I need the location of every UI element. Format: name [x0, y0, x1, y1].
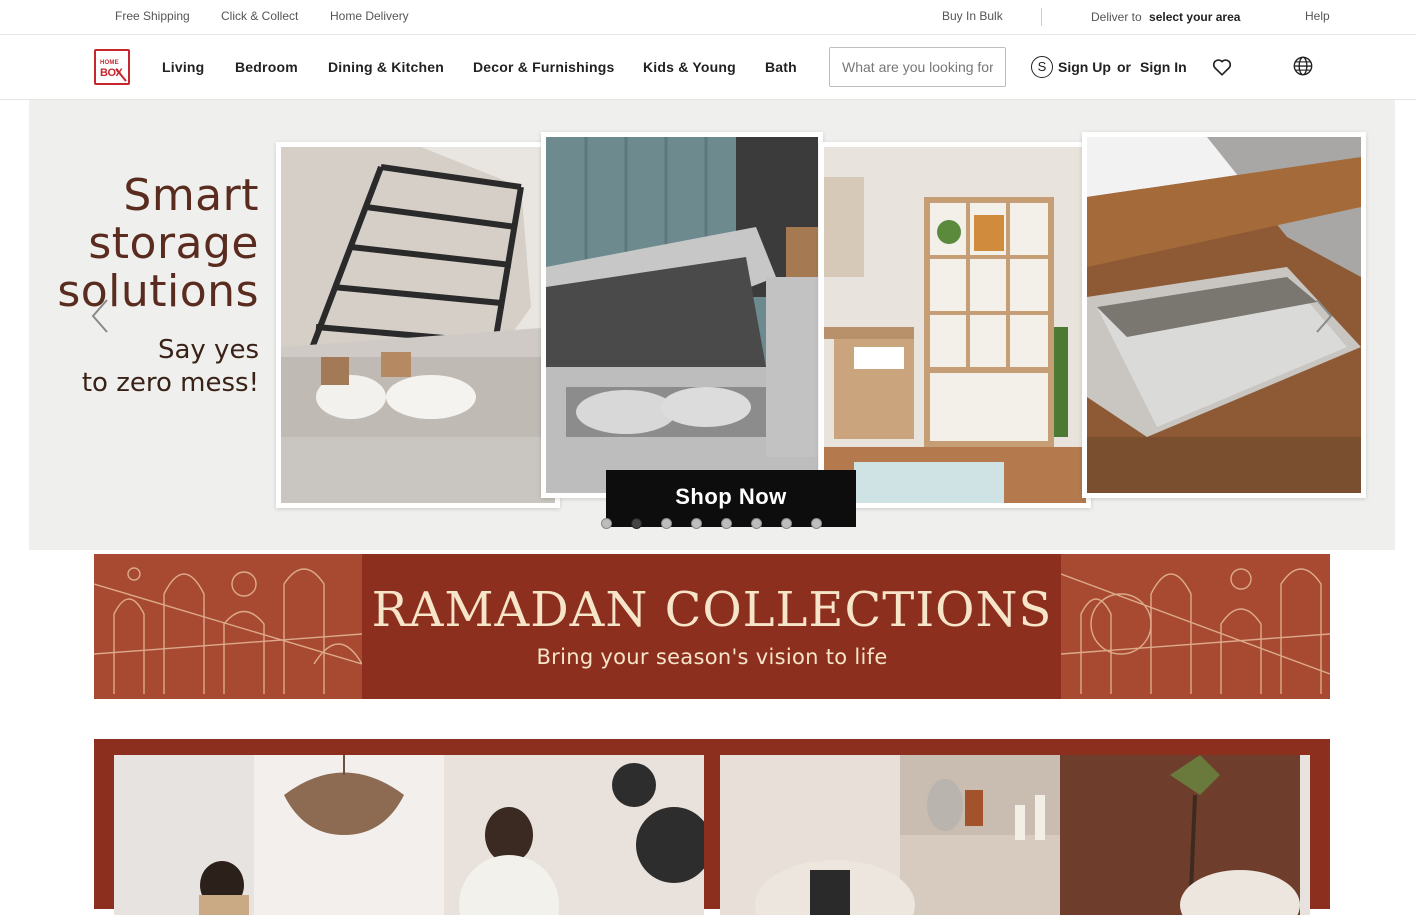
hero-carousel: Smart storage solutions Say yes to zero … [29, 100, 1395, 550]
or-label: or [1117, 59, 1131, 75]
logo-mark [115, 68, 127, 82]
deliver-to-selector[interactable]: Deliver to select your area [1091, 10, 1240, 24]
globe-icon[interactable] [1292, 55, 1314, 77]
chevron-left-icon[interactable] [87, 296, 113, 336]
carousel-dot[interactable] [601, 518, 612, 529]
ramadan-title: RAMADAN COLLECTIONS [371, 582, 1053, 638]
sign-up-link[interactable]: Sign Up [1058, 59, 1111, 75]
user-icon[interactable]: S [1031, 56, 1053, 78]
storage-ottoman-image [541, 132, 823, 498]
ramadan-subtitle: Bring your season's vision to life [536, 645, 888, 669]
chevron-right-icon[interactable] [1311, 296, 1337, 336]
carousel-dot[interactable] [751, 518, 762, 529]
hero-subtitle-line: Say yes [157, 335, 259, 365]
nav-kids-young[interactable]: Kids & Young [643, 59, 736, 75]
nav-dining-kitchen[interactable]: Dining & Kitchen [328, 59, 444, 75]
hero-subtitle: Say yes to zero mess! [82, 334, 259, 400]
main-header: HOME BOX Living Bedroom Dining & Kitchen… [0, 35, 1416, 100]
family-dining-image[interactable] [114, 755, 704, 915]
carousel-dot[interactable] [661, 518, 672, 529]
homebox-logo[interactable]: HOME BOX [94, 49, 130, 85]
hero-subtitle-line: to zero mess! [81, 368, 259, 398]
hero-title: Smart storage solutions [57, 172, 259, 316]
free-shipping-link[interactable]: Free Shipping [115, 9, 190, 23]
help-link[interactable]: Help [1305, 9, 1330, 23]
click-collect-link[interactable]: Click & Collect [221, 9, 298, 23]
sign-in-link[interactable]: Sign In [1140, 59, 1187, 75]
shelf-desk-image [819, 142, 1091, 508]
heart-icon[interactable] [1211, 56, 1233, 78]
storage-bed-image [276, 142, 560, 508]
topbar-divider [1041, 8, 1042, 26]
select-area-value: select your area [1149, 10, 1241, 24]
top-utility-bar: Free Shipping Click & Collect Home Deliv… [0, 0, 1416, 35]
hero-title-line: storage [88, 218, 259, 269]
ramadan-collection-grid [94, 739, 1330, 915]
buy-in-bulk-link[interactable]: Buy In Bulk [942, 9, 1003, 23]
home-delivery-link[interactable]: Home Delivery [330, 9, 409, 23]
carousel-dot[interactable] [781, 518, 792, 529]
carousel-dot[interactable] [721, 518, 732, 529]
nav-bath[interactable]: Bath [765, 59, 797, 75]
nav-decor-furnishings[interactable]: Decor & Furnishings [473, 59, 614, 75]
nav-living[interactable]: Living [162, 59, 204, 75]
carousel-dot[interactable] [811, 518, 822, 529]
hero-title-line: Smart [123, 170, 259, 221]
search-input[interactable] [829, 47, 1006, 87]
nav-bedroom[interactable]: Bedroom [235, 59, 298, 75]
deliver-to-label: Deliver to [1091, 10, 1142, 24]
carousel-dot-active[interactable] [631, 518, 642, 529]
ramadan-collections-banner[interactable]: RAMADAN COLLECTIONS Bring your season's … [94, 554, 1330, 699]
carousel-dot[interactable] [691, 518, 702, 529]
living-room-image[interactable] [720, 755, 1310, 915]
